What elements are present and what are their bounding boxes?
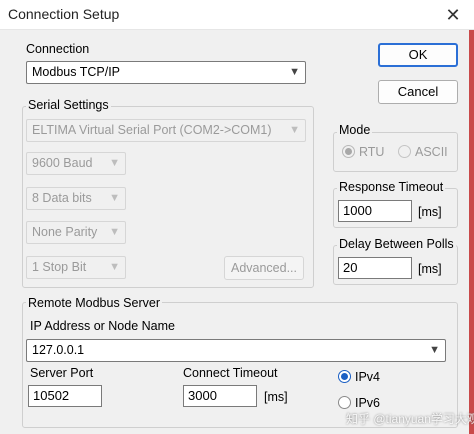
response-timeout-label: Response Timeout — [337, 180, 446, 195]
connect-timeout-input[interactable]: 3000 — [183, 385, 257, 407]
window-title: Connection Setup — [8, 6, 120, 22]
ip-address-input[interactable]: 127.0.0.1 ▼ — [26, 339, 446, 362]
parity-value: None Parity — [32, 225, 98, 239]
chevron-down-icon: ▼ — [109, 261, 120, 273]
chevron-down-icon: ▼ — [289, 124, 300, 136]
ipv6-label: IPv6 — [355, 396, 381, 410]
ascii-label: ASCII — [415, 145, 448, 159]
delay-polls-label: Delay Between Polls — [337, 237, 456, 252]
chevron-down-icon: ▼ — [289, 66, 300, 78]
serial-settings-label: Serial Settings — [26, 98, 111, 113]
ip-address-label: IP Address or Node Name — [30, 319, 175, 333]
parity-select[interactable]: None Parity ▼ — [26, 221, 126, 244]
response-timeout-unit: [ms] — [418, 205, 442, 219]
server-port-label: Server Port — [30, 366, 94, 380]
watermark: 知乎 @tianyuan学习大观 — [346, 412, 474, 426]
server-port-input[interactable]: 10502 — [28, 385, 102, 407]
close-icon[interactable]: ✕ — [440, 3, 466, 27]
cancel-button[interactable]: Cancel — [378, 80, 458, 104]
chevron-down-icon: ▼ — [109, 226, 120, 238]
rtu-radio[interactable] — [342, 145, 355, 158]
ipv4-radio[interactable] — [338, 370, 351, 383]
connection-label: Connection — [26, 42, 90, 56]
ip-address-value: 127.0.0.1 — [32, 343, 85, 357]
rtu-label: RTU — [359, 145, 385, 159]
data-bits-value: 8 Data bits — [32, 191, 92, 205]
serial-port-select[interactable]: ELTIMA Virtual Serial Port (COM2->COM1) … — [26, 119, 306, 142]
connect-timeout-unit: [ms] — [264, 390, 288, 404]
chevron-down-icon: ▼ — [109, 192, 120, 204]
remote-server-label: Remote Modbus Server — [26, 296, 163, 311]
chevron-down-icon: ▼ — [429, 344, 440, 356]
ipv4-label: IPv4 — [355, 370, 381, 384]
response-timeout-input[interactable]: 1000 — [338, 200, 412, 222]
baud-value: 9600 Baud — [32, 156, 93, 170]
ascii-radio[interactable] — [398, 145, 411, 158]
connect-timeout-label: Connect Timeout — [183, 366, 278, 380]
delay-polls-input[interactable]: 20 — [338, 257, 412, 279]
stop-bit-select[interactable]: 1 Stop Bit ▼ — [26, 256, 126, 279]
mode-label: Mode — [337, 123, 373, 138]
delay-polls-unit: [ms] — [418, 262, 442, 276]
chevron-down-icon: ▼ — [109, 157, 120, 169]
window-edge — [469, 30, 474, 434]
baud-select[interactable]: 9600 Baud ▼ — [26, 152, 126, 175]
stop-bit-value: 1 Stop Bit — [32, 260, 87, 274]
serial-port-value: ELTIMA Virtual Serial Port (COM2->COM1) — [32, 123, 272, 137]
ipv6-radio[interactable] — [338, 396, 351, 409]
advanced-button[interactable]: Advanced... — [224, 256, 304, 280]
connection-select[interactable]: Modbus TCP/IP ▼ — [26, 61, 306, 84]
data-bits-select[interactable]: 8 Data bits ▼ — [26, 187, 126, 210]
ok-button[interactable]: OK — [378, 43, 458, 67]
connection-value: Modbus TCP/IP — [32, 65, 121, 79]
